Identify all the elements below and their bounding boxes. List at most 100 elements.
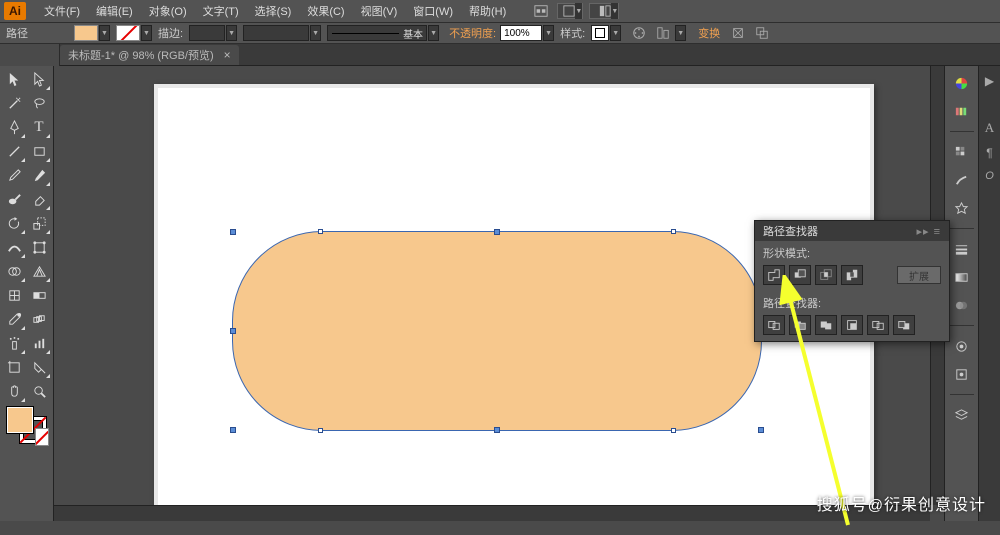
line-tool[interactable] [2,140,26,163]
width-tool[interactable] [2,236,26,259]
crop-button[interactable] [841,315,863,335]
brushes-panel-icon[interactable] [951,169,973,191]
document-tab[interactable]: 未标题-1* @ 98% (RGB/预览) × [60,45,239,65]
pencil-tool[interactable] [27,164,51,187]
opacity-dropdown[interactable]: ▼ [543,25,554,41]
intersect-button[interactable] [815,265,837,285]
symbols-panel-icon[interactable] [951,197,973,219]
paintbrush-tool[interactable] [2,164,26,187]
minus-front-button[interactable] [789,265,811,285]
selection-handle[interactable] [230,427,236,433]
rectangle-tool[interactable] [27,140,51,163]
eraser-tool[interactable] [27,188,51,211]
gradient-panel-icon[interactable] [951,266,973,288]
mesh-tool[interactable] [2,284,26,307]
stroke-weight-input[interactable] [189,25,225,41]
exclude-button[interactable] [841,265,863,285]
style-swatch[interactable] [591,25,609,41]
selection-handle[interactable] [230,328,236,334]
vwidth-dropdown[interactable]: ▼ [310,25,321,41]
outline-button[interactable] [867,315,889,335]
appearance-panel-icon[interactable] [951,335,973,357]
menu-window[interactable]: 窗口(W) [405,3,461,19]
para-panel-icon[interactable]: ¶ [986,146,992,160]
menu-effect[interactable]: 效果(C) [299,3,352,19]
menu-help[interactable]: 帮助(H) [461,3,514,19]
column-graph-tool[interactable] [27,332,51,355]
zoom-tool[interactable] [27,380,51,403]
color-guide-icon[interactable] [951,100,973,122]
transform-label[interactable]: 变换 [698,25,720,41]
isolate-icon[interactable] [728,24,748,42]
edit-clip-icon[interactable] [752,24,772,42]
color-panel-icon[interactable] [951,72,973,94]
workspace-dropdown[interactable]: ▼ [589,3,619,19]
slice-tool[interactable] [27,356,51,379]
anchor-point[interactable] [318,428,323,433]
shape-builder-tool[interactable] [2,260,26,283]
pen-tool[interactable] [2,116,26,139]
color-mode-none[interactable] [35,428,49,446]
gradient-tool[interactable] [27,284,51,307]
play-icon[interactable]: ▶ [985,74,994,88]
recolor-icon[interactable] [629,24,649,42]
brush-dropdown[interactable]: ▼ [428,25,439,41]
fill-color-box[interactable] [6,406,34,434]
pathfinder-panel-tab[interactable]: 路径查找器 ▸▸ ≡ [755,221,949,241]
selection-handle[interactable] [494,427,500,433]
menu-select[interactable]: 选择(S) [247,3,300,19]
magic-wand-tool[interactable] [2,92,26,115]
menu-view[interactable]: 视图(V) [353,3,406,19]
opacity-label[interactable]: 不透明度: [449,25,496,41]
stroke-swatch[interactable] [116,25,140,41]
menu-edit[interactable]: 编辑(E) [88,3,141,19]
blend-tool[interactable] [27,308,51,331]
rotate-tool[interactable] [2,212,26,235]
minus-back-button[interactable] [893,315,915,335]
panel-menu-icon[interactable]: ▸▸ ≡ [916,225,941,238]
vwidth-profile[interactable] [243,25,309,41]
brush-definition[interactable]: 基本 [327,25,427,41]
swatches-panel-icon[interactable] [951,141,973,163]
style-dropdown[interactable]: ▼ [610,25,621,41]
scale-tool[interactable] [27,212,51,235]
unite-button[interactable] [763,265,785,285]
lasso-tool[interactable] [27,92,51,115]
rounded-rect-shape[interactable] [232,231,762,431]
opacity-input[interactable]: 100% [500,25,542,41]
menu-type[interactable]: 文字(T) [195,3,247,19]
free-transform-tool[interactable] [27,236,51,259]
blob-brush-tool[interactable] [2,188,26,211]
fill-dropdown[interactable]: ▼ [99,25,110,41]
align-dropdown[interactable]: ▼ [675,25,686,41]
bridge-icon[interactable] [531,3,551,19]
graphic-styles-panel-icon[interactable] [951,363,973,385]
stroke-weight-dropdown[interactable]: ▼ [226,25,237,41]
expand-button[interactable]: 扩展 [897,266,941,284]
direct-selection-tool[interactable] [27,68,51,91]
opentype-icon[interactable]: O [985,170,994,182]
merge-button[interactable] [815,315,837,335]
layers-panel-icon[interactable] [951,404,973,426]
anchor-point[interactable] [671,428,676,433]
pathfinder-panel[interactable]: 路径查找器 ▸▸ ≡ 形状模式: 扩展 路径查找器: [754,220,950,342]
arrange-docs-dropdown[interactable]: ▼ [557,3,583,19]
hand-tool[interactable] [2,380,26,403]
horizontal-scrollbar[interactable] [54,505,930,521]
char-panel-icon[interactable]: A [985,120,994,136]
type-tool[interactable]: T [27,116,51,139]
symbol-sprayer-tool[interactable] [2,332,26,355]
align-icon[interactable] [653,24,673,42]
selection-handle[interactable] [494,229,500,235]
tab-close-icon[interactable]: × [224,48,231,62]
artboard-tool[interactable] [2,356,26,379]
anchor-point[interactable] [671,229,676,234]
eyedropper-tool[interactable] [2,308,26,331]
stroke-panel-icon[interactable] [951,238,973,260]
transparency-panel-icon[interactable] [951,294,973,316]
trim-button[interactable] [789,315,811,335]
perspective-grid-tool[interactable] [27,260,51,283]
anchor-point[interactable] [318,229,323,234]
menu-object[interactable]: 对象(O) [141,3,195,19]
stroke-dropdown[interactable]: ▼ [141,25,152,41]
